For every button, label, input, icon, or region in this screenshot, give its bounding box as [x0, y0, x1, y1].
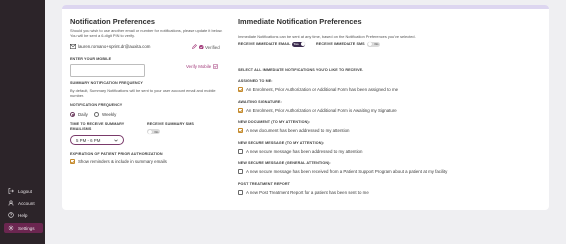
sidebar-item-label: Logout	[18, 188, 33, 194]
receive-email-label: RECEIVE IMMEDIATE EMAIL	[238, 42, 291, 46]
sidebar-item-account[interactable]: Account	[4, 198, 43, 208]
immediate-email-toggle-state: Yes	[293, 42, 299, 46]
mobile-label: ENTER YOUR MOBILE	[70, 57, 112, 61]
time-label-line2: EMAIL/SMS	[70, 127, 92, 131]
receive-sms-label: RECEIVE IMMEDIATE SMS	[316, 42, 365, 46]
edit-pencil-icon[interactable]	[192, 44, 197, 49]
receive-summary-sms-label: RECEIVE SUMMARY SMS	[147, 122, 194, 126]
toggle-knob	[147, 129, 152, 134]
sidebar-item-label: Help	[18, 212, 28, 218]
right-intro-text: Immediate Notifications can be sent at a…	[238, 34, 416, 39]
expiration-reminder-label: Show reminders & include in summary emai…	[78, 159, 167, 164]
daily-radio[interactable]	[70, 112, 75, 117]
summary-sms-toggle[interactable]: No	[147, 129, 160, 134]
assigned-checkbox[interactable]	[238, 87, 243, 92]
time-label-line1: TIME TO RECEIVE SUMMARY	[70, 122, 125, 126]
expiration-reminder-checkbox[interactable]	[70, 159, 75, 164]
preferences-card: Notification Preferences Should you wish…	[62, 5, 549, 210]
sidebar-item-help[interactable]: Help	[4, 210, 43, 220]
awaiting-signature-heading: AWAITING SIGNATURE:	[238, 100, 282, 104]
time-select-value: 5 PM - 6 PM	[76, 137, 101, 143]
logout-icon	[8, 188, 14, 194]
select-notifications-heading: SELECT ALL IMMEDIATE NOTIFICATIONS YOU'D…	[238, 68, 364, 72]
frequency-label: NOTIFICATION FREQUENCY	[70, 103, 123, 107]
post-treatment-heading: POST TREATMENT REPORT	[238, 182, 291, 186]
awaiting-signature-option: An Enrolment, Prior Authorization or Add…	[246, 108, 397, 113]
assigned-option: An Enrolment, Prior Authorization or Add…	[246, 87, 399, 92]
sidebar-item-logout[interactable]: Logout	[4, 186, 43, 196]
mail-icon	[70, 44, 76, 49]
post-treatment-checkbox[interactable]	[238, 190, 243, 195]
top-strip	[45, 0, 566, 4]
summary-frequency-heading: SUMMARY NOTIFICATION FREQUENCY	[70, 81, 143, 85]
sidebar-item-settings[interactable]: Settings	[4, 223, 43, 233]
immediate-sms-toggle[interactable]: No	[367, 41, 380, 47]
toggle-knob	[367, 42, 372, 46]
sidebar: Logout Account Help Settings	[0, 0, 45, 244]
immediate-email-toggle[interactable]: Yes	[292, 41, 305, 47]
weekly-label: Weekly	[102, 112, 117, 117]
weekly-radio[interactable]	[94, 112, 99, 117]
time-select[interactable]: 5 PM - 6 PM	[70, 135, 124, 145]
sidebar-item-label: Account	[18, 200, 35, 206]
new-document-option: A new document has been addressed to my …	[246, 128, 350, 133]
notification-preferences-title: Notification Preferences	[70, 17, 156, 26]
awaiting-signature-checkbox[interactable]	[238, 108, 243, 113]
verify-check-icon	[213, 64, 219, 69]
secure-message-attention-checkbox[interactable]	[238, 149, 243, 154]
post-treatment-option: A new Post Treatment Report for a patien…	[246, 190, 369, 195]
secure-message-general-option: A new secure message has been received f…	[246, 169, 448, 174]
summary-sms-toggle-state: No	[154, 129, 159, 134]
verify-mobile-label: Verify Mobile	[186, 64, 212, 69]
gear-icon	[8, 225, 14, 231]
immediate-sms-toggle-state: No	[374, 42, 379, 46]
card-accent-bar	[62, 5, 549, 9]
expiration-heading: EXPIRATION OF PATIENT PRIOR AUTHORIZATIO…	[70, 152, 163, 156]
toggle-knob	[300, 42, 305, 46]
sidebar-item-label: Settings	[18, 225, 35, 231]
left-intro-text: Should you wish to use another email or …	[70, 28, 223, 39]
new-document-heading: NEW DOCUMENT (TO MY ATTENTION):	[238, 120, 310, 124]
user-icon	[8, 200, 14, 206]
daily-label: Daily	[78, 112, 88, 117]
verify-mobile-link[interactable]: Verify Mobile	[186, 64, 219, 69]
summary-frequency-desc: By default, Summary Notifications will b…	[70, 88, 216, 99]
secure-message-general-heading: NEW SECURE MESSAGE (GENERAL ATTENTION):	[238, 161, 331, 165]
new-document-checkbox[interactable]	[238, 128, 243, 133]
secure-message-attention-heading: NEW SECURE MESSAGE (TO MY ATTENTION):	[238, 141, 325, 145]
immediate-preferences-title: Immediate Notification Preferences	[238, 17, 362, 26]
current-email: lauren.romano+sprint.dr@auxita.com	[78, 44, 151, 49]
verified-check-icon	[199, 44, 204, 50]
mobile-input[interactable]	[70, 64, 145, 77]
secure-message-attention-option: A new secure message has been addressed …	[246, 149, 363, 154]
help-icon	[8, 212, 14, 218]
assigned-heading: ASSIGNED TO ME:	[238, 79, 273, 83]
verified-label: Verified	[205, 44, 220, 50]
chevron-down-icon	[114, 139, 118, 142]
secure-message-general-checkbox[interactable]	[238, 169, 243, 174]
